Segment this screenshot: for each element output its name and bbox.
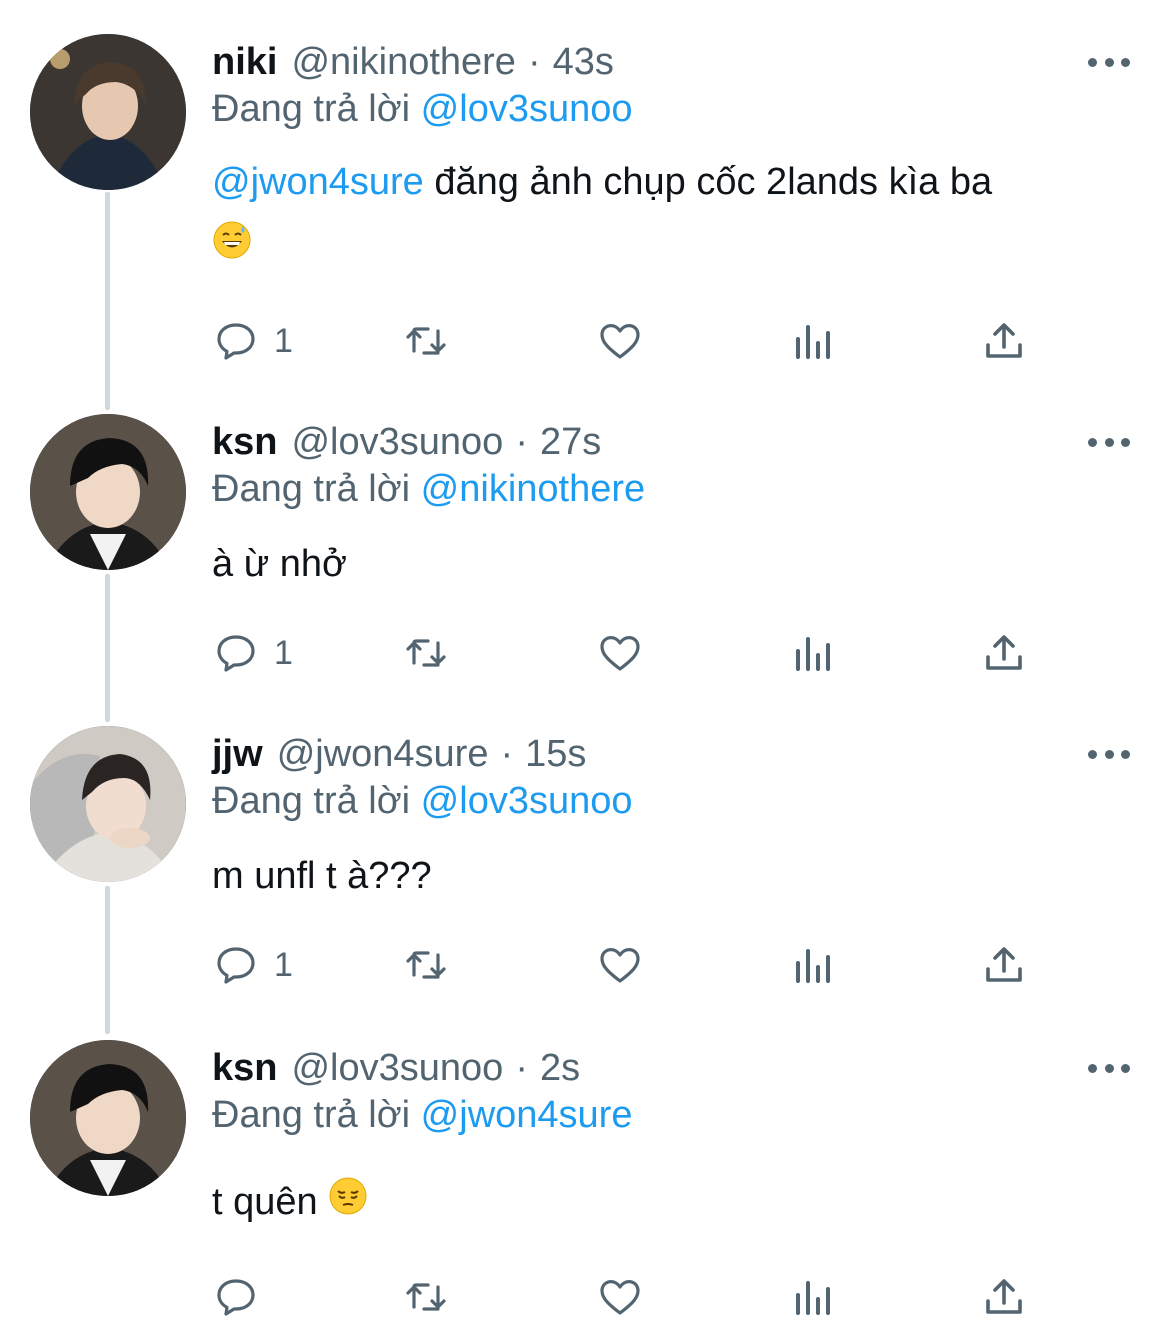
- display-name[interactable]: niki: [212, 41, 277, 84]
- more-icon[interactable]: [1088, 42, 1130, 82]
- separator-dot: ·: [515, 420, 528, 463]
- replying-to: Đang trả lời @lov3sunoo: [212, 780, 633, 823]
- tweet-text-content: đăng ảnh chụp cốc 2lands kìa ba: [423, 161, 993, 203]
- reply-count: 1: [274, 633, 293, 672]
- replying-to: Đang trả lời @lov3sunoo: [212, 88, 633, 131]
- reply-button[interactable]: [212, 1272, 274, 1321]
- share-button[interactable]: [980, 316, 1028, 366]
- views-icon: [796, 1281, 830, 1315]
- display-name[interactable]: ksn: [212, 1047, 277, 1090]
- tweet-text: @jwon4sure đăng ảnh chụp cốc 2lands kìa …: [212, 150, 1142, 280]
- reply-count: 1: [274, 321, 293, 360]
- tweet-text: m unfl t à???: [212, 855, 432, 897]
- tweet-mention[interactable]: @jwon4sure: [212, 161, 424, 203]
- share-icon: [986, 1279, 1022, 1314]
- like-button[interactable]: [596, 628, 644, 678]
- retweet-icon: [406, 1283, 446, 1311]
- heart-icon: [600, 636, 640, 671]
- reply-button[interactable]: 1: [212, 316, 293, 366]
- replying-to-label: Đang trả lời: [212, 88, 411, 130]
- share-button[interactable]: [980, 1272, 1028, 1321]
- retweet-icon: [406, 639, 446, 667]
- replying-to-mention[interactable]: @lov3sunoo: [421, 88, 633, 130]
- like-button[interactable]: [596, 316, 644, 366]
- tweet[interactable]: ksn @lov3sunoo · 2s Đang trả lời @jwon4s…: [0, 1040, 1170, 1320]
- more-icon[interactable]: [1088, 422, 1130, 462]
- reply-icon: [217, 947, 255, 984]
- views-icon: [796, 949, 830, 983]
- heart-icon: [600, 948, 640, 983]
- share-button[interactable]: [980, 940, 1028, 990]
- share-button[interactable]: [980, 628, 1028, 678]
- tweet-actions: 1: [212, 940, 1042, 990]
- retweet-button[interactable]: [402, 628, 450, 678]
- avatar[interactable]: [30, 1040, 186, 1196]
- tweet-actions: 1: [212, 316, 1042, 366]
- reply-icon: [217, 1279, 255, 1316]
- views-button[interactable]: [788, 940, 836, 990]
- retweet-button[interactable]: [402, 940, 450, 990]
- tweet[interactable]: ksn @lov3sunoo · 27s Đang trả lời @nikin…: [0, 414, 1170, 694]
- tweet-text: à ừ nhở: [212, 543, 347, 585]
- views-icon: [796, 637, 830, 671]
- like-button[interactable]: [596, 1272, 644, 1321]
- timestamp[interactable]: 43s: [553, 41, 614, 84]
- share-icon: [986, 635, 1022, 670]
- tweet[interactable]: niki @nikinothere · 43s Đang trả lời @lo…: [0, 34, 1170, 374]
- reply-icon: [217, 635, 255, 672]
- share-icon: [986, 323, 1022, 358]
- replying-to: Đang trả lời @jwon4sure: [212, 1094, 632, 1137]
- replying-to-mention[interactable]: @lov3sunoo: [421, 780, 633, 822]
- tweet-text-content: t quên: [212, 1181, 329, 1223]
- replying-to-label: Đang trả lời: [212, 1094, 411, 1136]
- tweet[interactable]: jjw @jwon4sure · 15s Đang trả lời @lov3s…: [0, 726, 1170, 1006]
- share-icon: [986, 947, 1022, 982]
- tweet-text: t quên: [212, 1170, 1142, 1236]
- views-button[interactable]: [788, 1272, 836, 1321]
- replying-to-label: Đang trả lời: [212, 780, 411, 822]
- separator-dot: ·: [515, 1046, 528, 1089]
- retweet-button[interactable]: [402, 316, 450, 366]
- reply-button[interactable]: 1: [212, 940, 293, 990]
- timestamp[interactable]: 2s: [540, 1047, 580, 1090]
- views-icon: [796, 325, 830, 359]
- replying-to-mention[interactable]: @nikinothere: [421, 468, 645, 510]
- avatar[interactable]: [30, 726, 186, 882]
- retweet-button[interactable]: [402, 1272, 450, 1321]
- retweet-icon: [406, 951, 446, 979]
- reply-icon: [217, 323, 255, 360]
- separator-dot: ·: [500, 732, 514, 775]
- avatar[interactable]: [30, 414, 186, 570]
- pensive-emoji: [328, 1172, 368, 1236]
- views-button[interactable]: [788, 628, 836, 678]
- replying-to-label: Đang trả lời: [212, 468, 411, 510]
- user-handle[interactable]: @lov3sunoo: [291, 1047, 503, 1090]
- replying-to: Đang trả lời @nikinothere: [212, 468, 645, 511]
- display-name[interactable]: jjw: [212, 733, 263, 776]
- user-handle[interactable]: @lov3sunoo: [291, 421, 503, 464]
- display-name[interactable]: ksn: [212, 421, 277, 464]
- reply-button[interactable]: 1: [212, 628, 293, 678]
- reply-count: 1: [274, 945, 293, 984]
- timestamp[interactable]: 15s: [525, 733, 586, 776]
- tweet-actions: 1: [212, 628, 1042, 678]
- tweet-actions: [212, 1272, 1042, 1321]
- user-handle[interactable]: @nikinothere: [291, 41, 515, 84]
- like-button[interactable]: [596, 940, 644, 990]
- user-handle[interactable]: @jwon4sure: [277, 733, 489, 776]
- timestamp[interactable]: 27s: [540, 421, 601, 464]
- retweet-icon: [406, 327, 446, 355]
- views-button[interactable]: [788, 316, 836, 366]
- separator-dot: ·: [527, 40, 541, 83]
- heart-icon: [600, 1280, 640, 1315]
- more-icon[interactable]: [1088, 1048, 1130, 1088]
- heart-icon: [600, 324, 640, 359]
- more-icon[interactable]: [1088, 734, 1130, 774]
- avatar[interactable]: [30, 34, 186, 190]
- replying-to-mention[interactable]: @jwon4sure: [421, 1094, 633, 1136]
- sweat-smile-emoji: [212, 216, 252, 280]
